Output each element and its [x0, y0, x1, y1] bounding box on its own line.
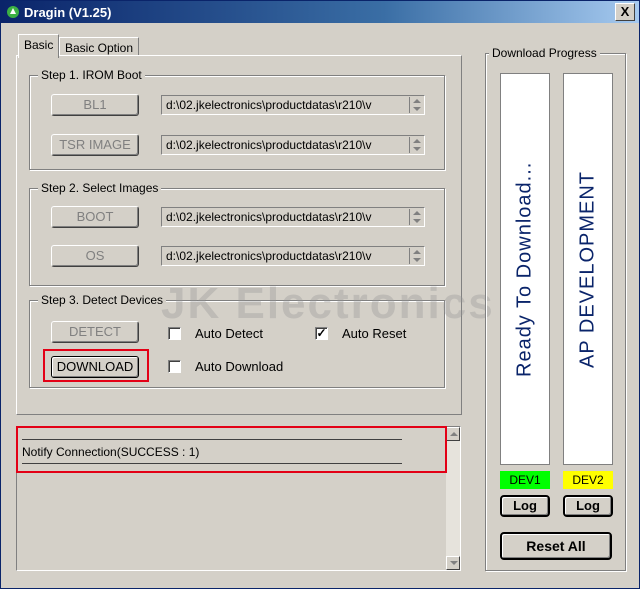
bl1-button[interactable]: BL1 [51, 94, 139, 116]
tsr-path-field[interactable]: d:\02.jkelectronics\productdatas\r210\v [161, 135, 425, 155]
os-path-value: d:\02.jkelectronics\productdatas\r210\v [166, 249, 372, 263]
window-title: Dragin (V1.25) [24, 5, 112, 20]
boot-path-spin[interactable] [409, 209, 423, 225]
tab-basic-option[interactable]: Basic Option [59, 37, 140, 57]
tab-basic[interactable]: Basic [18, 34, 60, 58]
dragin-app-icon [7, 6, 19, 18]
title-bar[interactable]: Dragin (V1.25) X [1, 1, 639, 23]
os-path-spin[interactable] [409, 248, 423, 264]
dev1-label: DEV1 [500, 471, 550, 489]
bl1-path-spin[interactable] [409, 97, 423, 113]
boot-path-value: d:\02.jkelectronics\productdatas\r210\v [166, 210, 372, 224]
close-button[interactable]: X [615, 3, 635, 21]
tsr-path-value: d:\02.jkelectronics\productdatas\r210\v [166, 138, 372, 152]
tsr-path-spin[interactable] [409, 137, 423, 153]
bl1-path-field[interactable]: d:\02.jkelectronics\productdatas\r210\v [161, 95, 425, 115]
tab-basic-option-label: Basic Option [65, 41, 134, 55]
tsr-image-button[interactable]: TSR IMAGE [51, 134, 139, 156]
download-highlight [43, 349, 149, 382]
auto-download-label: Auto Download [195, 359, 284, 374]
step3-title: Step 3. Detect Devices [38, 293, 167, 307]
auto-reset-label: Auto Reset [342, 326, 407, 341]
boot-path-field[interactable]: d:\02.jkelectronics\productdatas\r210\v [161, 207, 425, 227]
dev2-progress: AP DEVELOPMENT [563, 73, 613, 465]
log-highlight [16, 426, 447, 473]
dev2-log-button[interactable]: Log [563, 495, 613, 517]
dev2-status-text: AP DEVELOPMENT [576, 170, 599, 368]
step1-title: Step 1. IROM Boot [38, 68, 145, 82]
step2-group: Step 2. Select Images BOOT d:\02.jkelect… [29, 181, 445, 286]
auto-detect-checkbox[interactable] [168, 327, 181, 340]
os-path-field[interactable]: d:\02.jkelectronics\productdatas\r210\v [161, 246, 425, 266]
close-icon: X [620, 4, 630, 19]
boot-button[interactable]: BOOT [51, 206, 139, 228]
detect-button[interactable]: DETECT [51, 321, 139, 343]
bl1-path-value: d:\02.jkelectronics\productdatas\r210\v [166, 98, 372, 112]
dev1-status-text: Ready To Download... [513, 161, 536, 377]
tab-basic-label: Basic [24, 38, 54, 52]
auto-reset-checkbox[interactable]: ✓ [315, 327, 328, 340]
os-button[interactable]: OS [51, 245, 139, 267]
log-scrollbar[interactable] [445, 427, 460, 570]
dev2-label: DEV2 [563, 471, 613, 489]
main-window: Dragin (V1.25) X Basic Basic Option Step… [0, 0, 640, 589]
scroll-down-icon[interactable] [446, 556, 460, 570]
auto-detect-label: Auto Detect [195, 326, 263, 341]
auto-download-checkbox[interactable] [168, 360, 181, 373]
scroll-up-icon[interactable] [446, 427, 460, 441]
reset-all-button[interactable]: Reset All [500, 532, 612, 560]
step2-title: Step 2. Select Images [38, 181, 162, 195]
dev1-progress: Ready To Download... [500, 73, 550, 465]
dev1-log-button[interactable]: Log [500, 495, 550, 517]
step1-group: Step 1. IROM Boot BL1 d:\02.jkelectronic… [29, 68, 445, 170]
download-progress-title: Download Progress [489, 46, 600, 60]
